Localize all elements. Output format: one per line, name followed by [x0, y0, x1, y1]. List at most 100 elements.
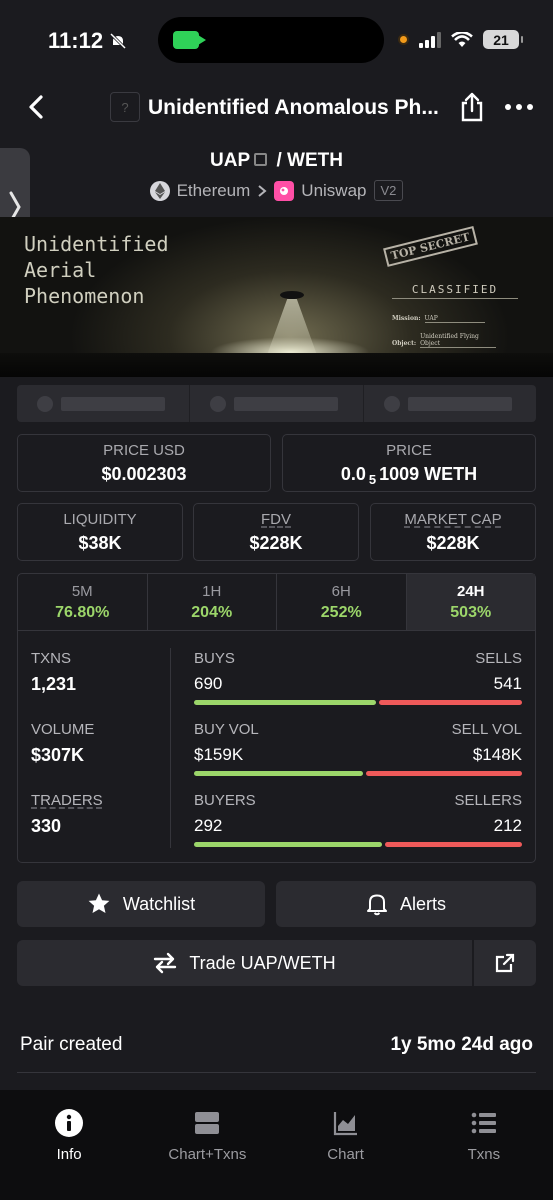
copy-icon[interactable]	[254, 153, 268, 166]
watchlist-label: Watchlist	[122, 893, 196, 914]
trading-stats-panel: 5M 76.80% 1H 204% 6H 252% 24H 503% TXNS 1,231…	[17, 573, 536, 863]
chart-icon	[331, 1108, 361, 1138]
object-line: Object:Unidentified Flying Object	[392, 333, 497, 348]
ground-silhouette	[0, 353, 553, 377]
page-title: Unidentified Anomalous Ph...	[148, 96, 439, 119]
buys-label: BUYS	[194, 650, 235, 667]
buy-vol-value: $159K	[194, 745, 244, 764]
silent-mode-icon	[110, 32, 127, 50]
pair-created-label: Pair created	[20, 1034, 123, 1055]
open-external-button[interactable]	[473, 940, 536, 986]
share-icon	[461, 92, 483, 122]
token-logo-placeholder: ?	[110, 92, 140, 122]
sell-vol-value: $148K	[472, 745, 522, 764]
buyers-sellers-bar	[194, 842, 522, 847]
txns-label: TXNS	[31, 650, 72, 667]
clock: 11:12	[48, 28, 127, 54]
uniswap-icon	[274, 180, 295, 201]
star-icon	[88, 893, 110, 913]
clock-time: 11:12	[48, 28, 104, 53]
nav-chart[interactable]: Chart	[277, 1090, 415, 1200]
stats-divider	[170, 648, 171, 848]
tab-6h[interactable]: 6H 252%	[277, 574, 407, 630]
pair-name: UAP / WETH	[0, 150, 553, 172]
more-options-button[interactable]	[505, 94, 533, 120]
buys-value: 690	[194, 674, 223, 693]
price-native-card: PRICE 0.0 5 1009 WETH	[282, 434, 536, 492]
more-dot-icon	[505, 104, 511, 110]
traders-value: 330	[31, 816, 62, 836]
traders-label: TRADERS	[31, 792, 103, 809]
bell-icon	[366, 894, 387, 916]
fdv-card[interactable]: FDV $228K	[193, 503, 359, 561]
nav-chart-txns[interactable]: Chart+Txns	[138, 1090, 276, 1200]
token-banner-image: Unidentified Aerial Phenomenon TOP SECRE…	[0, 217, 553, 377]
dex-link[interactable]: Uniswap	[301, 181, 366, 201]
divider	[17, 1072, 536, 1073]
alerts-label: Alerts	[399, 893, 446, 914]
market-cap-label: MARKET CAP	[404, 511, 502, 528]
market-cap-card[interactable]: MARKET CAP $228K	[370, 503, 536, 561]
fdv-label: FDV	[261, 511, 291, 528]
dynamic-island	[158, 17, 384, 63]
mission-line: Mission: UAP	[392, 315, 485, 323]
trade-label: Trade UAP/WETH	[189, 952, 336, 973]
ufo-icon	[280, 291, 304, 299]
social-link-skeleton[interactable]	[17, 385, 191, 422]
alerts-button[interactable]: Alerts	[276, 881, 536, 927]
ethereum-icon	[149, 180, 170, 201]
external-link-icon	[495, 953, 515, 973]
chain-link[interactable]: Ethereum	[177, 181, 251, 201]
liquidity-label: LIQUIDITY	[63, 511, 137, 528]
quote-token: WETH	[287, 150, 343, 171]
bottom-navigation: Info Chart+Txns Chart Txns	[0, 1090, 553, 1200]
chevron-right-icon	[258, 184, 267, 197]
buy-sell-vol-bar	[194, 771, 522, 776]
nav-info[interactable]: Info	[0, 1090, 138, 1200]
volume-label: VOLUME	[31, 721, 95, 738]
price-usd-card: PRICE USD $0.002303	[17, 434, 271, 492]
price-native-label: PRICE	[386, 442, 432, 459]
more-dot-icon	[516, 104, 522, 110]
top-header: ? Unidentified Anomalous Ph...	[0, 80, 553, 138]
pair-separator: /	[276, 150, 282, 171]
sell-vol-label: SELL VOL	[451, 721, 522, 738]
buys-sells-bar	[194, 700, 522, 705]
market-cap-value: $228K	[426, 533, 480, 553]
more-dot-icon	[527, 104, 533, 110]
camera-active-icon	[173, 31, 206, 49]
buyers-label: BUYERS	[194, 792, 256, 809]
tab-1h[interactable]: 1H 204%	[148, 574, 277, 630]
sellers-label: SELLERS	[454, 792, 522, 809]
price-native-value: 0.0 5 1009 WETH	[340, 464, 478, 487]
nav-chart-label: Chart	[327, 1146, 364, 1163]
social-links-loading	[17, 385, 536, 422]
status-icons: 21	[398, 30, 523, 49]
battery-icon: 21	[483, 30, 523, 49]
top-secret-stamp: TOP SECRET	[383, 226, 478, 267]
txns-value: 1,231	[31, 674, 77, 694]
nav-txns[interactable]: Txns	[415, 1090, 553, 1200]
liquidity-card: LIQUIDITY $38K	[17, 503, 183, 561]
tab-24h[interactable]: 24H 503%	[406, 574, 535, 630]
nav-chart-txns-label: Chart+Txns	[168, 1146, 247, 1163]
banner-title: Unidentified Aerial Phenomenon	[24, 232, 169, 308]
watchlist-button[interactable]: Watchlist	[17, 881, 265, 927]
sellers-value: 212	[493, 816, 522, 835]
chart-txns-icon	[192, 1108, 222, 1138]
tab-5m[interactable]: 5M 76.80%	[18, 574, 148, 630]
buy-vol-label: BUY VOL	[194, 721, 259, 738]
buyers-value: 292	[194, 816, 223, 835]
back-button[interactable]	[22, 92, 52, 122]
social-link-skeleton[interactable]	[364, 385, 536, 422]
version-badge: V2	[373, 180, 404, 201]
sells-value: 541	[493, 674, 522, 693]
swap-arrows-icon	[154, 952, 177, 974]
base-token: UAP	[210, 150, 251, 171]
trade-button[interactable]: Trade UAP/WETH	[17, 940, 472, 986]
social-link-skeleton[interactable]	[190, 385, 364, 422]
cellular-signal-icon	[419, 31, 441, 48]
fdv-value: $228K	[249, 533, 303, 553]
pair-created-row: Pair created 1y 5mo 24d ago	[20, 1034, 533, 1056]
share-button[interactable]	[458, 92, 486, 122]
